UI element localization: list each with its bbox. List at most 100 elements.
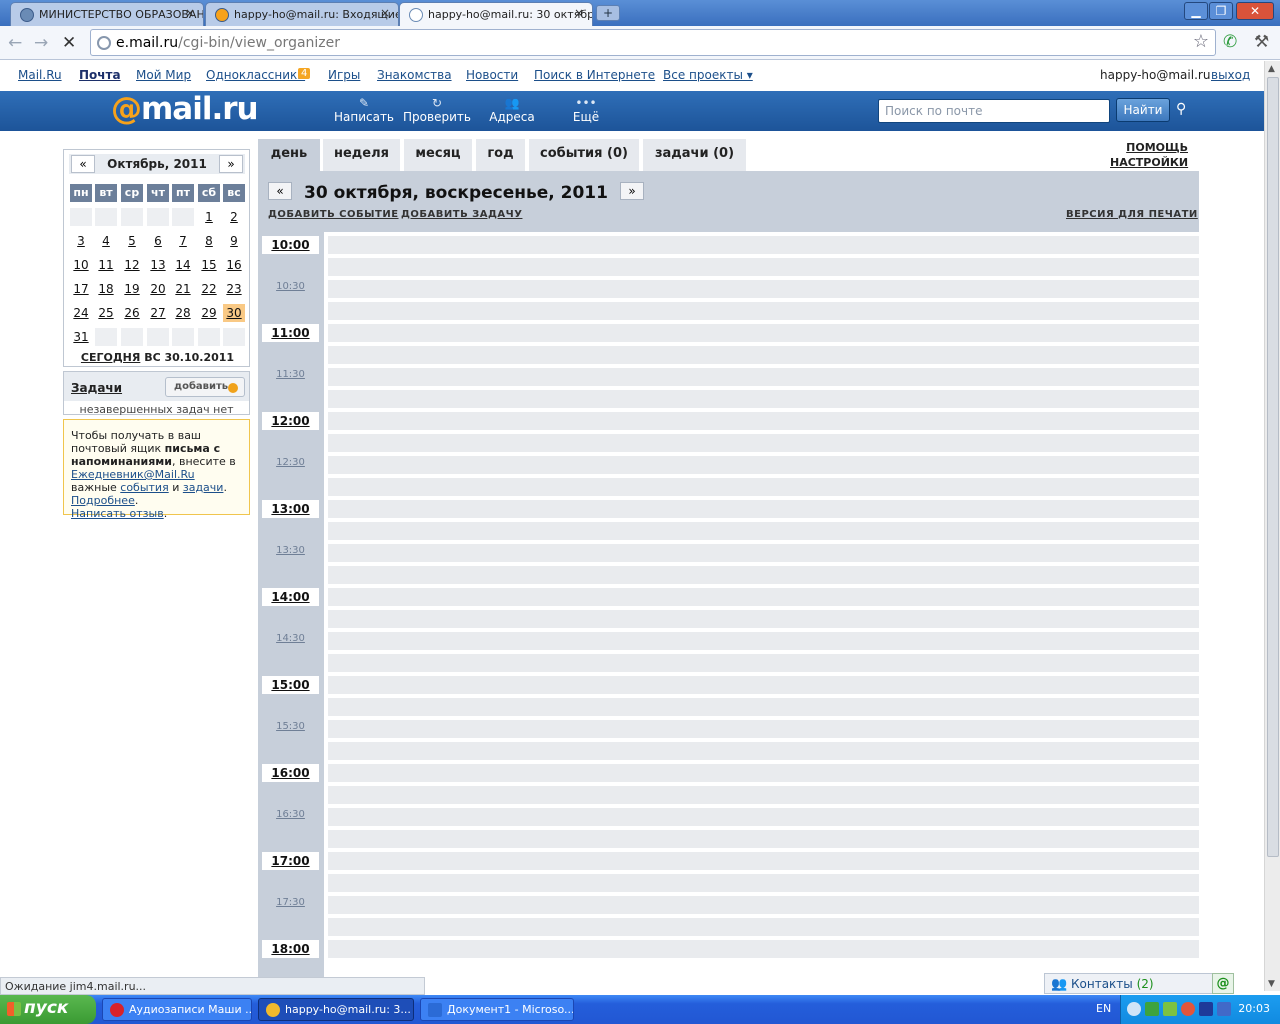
print-version-link[interactable]: ВЕРСИЯ ДЛЯ ПЕЧАТИ [1066,209,1198,220]
half-hour-label[interactable]: 16:30 [262,809,319,820]
events-link[interactable]: события [120,481,168,494]
add-task-link[interactable]: ДОБАВИТЬ ЗАДАЧУ [401,209,522,220]
half-hour-label[interactable]: 10:30 [262,281,319,292]
tab-month[interactable]: месяц [404,139,472,171]
time-slot[interactable] [328,676,1199,694]
hour-label[interactable]: 13:00 [262,500,319,518]
calendar-day[interactable]: 4 [95,232,117,250]
time-slot[interactable] [328,478,1199,496]
browser-tab-3[interactable]: happy-ho@mail.ru: 30 октября × [399,2,593,26]
time-slot[interactable] [328,236,1199,254]
tray-arrow-icon[interactable] [1127,1002,1141,1016]
time-slot[interactable] [328,874,1199,892]
calendar-day[interactable]: 1 [198,208,220,226]
link-moi-mir[interactable]: Мой Мир [136,68,191,82]
address-bar[interactable]: e.mail.ru/cgi-bin/view_organizer ☆ [90,29,1216,56]
minimize-button[interactable]: ▁ [1184,2,1208,20]
feedback-link[interactable]: Написать отзыв [71,507,164,520]
hour-label[interactable]: 12:00 [262,412,319,430]
hour-label[interactable]: 17:00 [262,852,319,870]
time-slot[interactable] [328,896,1199,914]
tray-app-icon[interactable] [1145,1002,1159,1016]
maximize-button[interactable]: ❐ [1209,2,1233,20]
tab-week[interactable]: неделя [323,139,400,171]
calendar-day[interactable]: 14 [172,256,194,274]
search-button[interactable]: Найти [1116,98,1170,122]
calendar-day[interactable]: 30 [223,304,245,322]
half-hour-label[interactable]: 15:30 [262,721,319,732]
language-indicator[interactable]: EN [1096,1002,1111,1015]
calendar-day[interactable]: 17 [70,280,92,298]
start-button[interactable]: пуск [0,995,96,1024]
page-scrollbar[interactable]: ▲ ▼ [1264,61,1280,991]
stop-loading-icon[interactable]: ✕ [62,33,76,53]
tray-network-icon[interactable] [1163,1002,1177,1016]
organizer-link[interactable]: Ежедневник@Mail.Ru [71,468,195,481]
calendar-day[interactable]: 11 [95,256,117,274]
time-slot[interactable] [328,302,1199,320]
close-tab-icon[interactable]: × [574,6,584,20]
hour-label[interactable]: 16:00 [262,764,319,782]
calendar-day[interactable]: 24 [70,304,92,322]
hour-label[interactable]: 14:00 [262,588,319,606]
calendar-day[interactable]: 9 [223,232,245,250]
calendar-day[interactable]: 28 [172,304,194,322]
tab-year[interactable]: год [476,139,525,171]
time-slot[interactable] [328,324,1199,342]
settings-link[interactable]: НАСТРОЙКИ [1110,155,1188,170]
calendar-day[interactable]: 25 [95,304,117,322]
time-slot[interactable] [328,280,1199,298]
calendar-day[interactable]: 18 [95,280,117,298]
calendar-day[interactable]: 13 [147,256,169,274]
taskbar-task-word[interactable]: Документ1 - Microso... [420,998,574,1021]
check-mail-button[interactable]: ↻ Проверить [402,96,472,124]
link-znakomstva[interactable]: Знакомства [377,68,452,82]
time-slot[interactable] [328,346,1199,364]
time-slot[interactable] [328,434,1199,452]
time-slot[interactable] [328,390,1199,408]
calendar-day[interactable]: 26 [121,304,143,322]
close-tab-icon[interactable]: × [380,6,390,20]
link-search-internet[interactable]: Поиск в Интернете [534,68,655,82]
time-slot[interactable] [328,456,1199,474]
half-hour-label[interactable]: 12:30 [262,457,319,468]
hour-label[interactable]: 10:00 [262,236,319,254]
calendar-day[interactable]: 15 [198,256,220,274]
calendar-day[interactable]: 12 [121,256,143,274]
calendar-day[interactable]: 16 [223,256,245,274]
half-hour-label[interactable]: 11:30 [262,369,319,380]
scroll-thumb[interactable] [1267,77,1279,857]
tab-tasks[interactable]: задачи (0) [643,139,746,171]
prev-month-button[interactable]: « [71,155,95,173]
link-mailru[interactable]: Mail.Ru [18,68,62,82]
time-slot[interactable] [328,588,1199,606]
addresses-button[interactable]: 👥 Адреса [477,96,547,124]
time-slot[interactable] [328,918,1199,936]
scroll-down-icon[interactable]: ▼ [1268,979,1275,989]
forward-arrow-icon[interactable]: → [34,33,48,53]
time-slot[interactable] [328,852,1199,870]
advanced-search-icon[interactable]: ⚲ [1176,101,1186,117]
half-hour-label[interactable]: 17:30 [262,897,319,908]
calendar-day[interactable]: 21 [172,280,194,298]
hour-label[interactable]: 18:00 [262,940,319,958]
close-window-button[interactable]: ✕ [1236,2,1274,20]
time-slot[interactable] [328,720,1199,738]
link-all-projects[interactable]: Все проекты ▾ [663,68,753,82]
more-button[interactable]: ••• Ещё [551,96,621,124]
prev-day-button[interactable]: « [268,182,292,200]
today-link[interactable]: СЕГОДНЯ [81,351,140,364]
time-slot[interactable] [328,566,1199,584]
link-igry[interactable]: Игры [328,68,360,82]
add-event-link[interactable]: ДОБАВИТЬ СОБЫТИЕ [268,209,399,220]
calendar-day[interactable]: 29 [198,304,220,322]
calendar-day[interactable]: 2 [223,208,245,226]
calendar-day[interactable]: 31 [70,328,92,346]
add-task-button[interactable]: добавить [165,377,245,397]
time-slot[interactable] [328,258,1199,276]
next-month-button[interactable]: » [219,155,243,173]
tasks-link[interactable]: задачи [183,481,224,494]
next-day-button[interactable]: » [620,182,644,200]
time-slot[interactable] [328,522,1199,540]
taskbar-task-chrome[interactable]: happy-ho@mail.ru: 3... [258,998,414,1021]
